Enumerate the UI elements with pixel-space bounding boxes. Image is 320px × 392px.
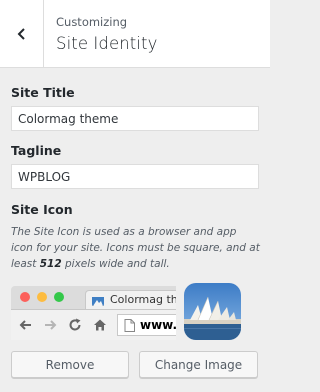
page-title: Site Identity bbox=[56, 34, 158, 53]
browser-toolbar: www. bbox=[11, 309, 176, 340]
remove-button[interactable]: Remove bbox=[11, 351, 129, 378]
description-text-end: pixels wide and tall. bbox=[61, 258, 170, 270]
back-button[interactable] bbox=[0, 0, 44, 67]
header-subtitle: Customizing bbox=[56, 15, 128, 29]
page-icon bbox=[124, 319, 135, 332]
back-arrow-icon bbox=[19, 320, 31, 330]
close-dot-icon bbox=[20, 292, 30, 302]
reload-icon bbox=[69, 318, 81, 331]
url-text: www. bbox=[140, 318, 176, 332]
tagline-input[interactable] bbox=[11, 164, 259, 189]
site-icon-preview[interactable] bbox=[184, 283, 241, 340]
url-bar: www. bbox=[117, 314, 176, 336]
customizer-header: Customizing Site Identity bbox=[0, 0, 270, 68]
browser-tab-bar: Colormag th bbox=[11, 286, 176, 309]
tagline-label: Tagline bbox=[11, 143, 62, 158]
browser-tab: Colormag th bbox=[85, 290, 176, 309]
maximize-dot-icon bbox=[54, 292, 64, 302]
browser-tab-title: Colormag th bbox=[110, 293, 176, 306]
forward-arrow-icon bbox=[45, 320, 57, 330]
description-size: 512 bbox=[39, 258, 62, 270]
site-title-label: Site Title bbox=[11, 85, 75, 100]
chevron-left-icon bbox=[17, 27, 25, 40]
favicon-icon bbox=[92, 294, 104, 306]
opera-house-image bbox=[184, 283, 241, 340]
home-icon bbox=[94, 319, 106, 331]
site-icon-description: The Site Icon is used as a browser and a… bbox=[11, 224, 261, 272]
change-image-button[interactable]: Change Image bbox=[139, 351, 258, 378]
minimize-dot-icon bbox=[37, 292, 47, 302]
site-icon-label: Site Icon bbox=[11, 202, 73, 217]
site-title-input[interactable] bbox=[11, 106, 259, 131]
browser-preview: Colormag th www. bbox=[11, 286, 176, 340]
